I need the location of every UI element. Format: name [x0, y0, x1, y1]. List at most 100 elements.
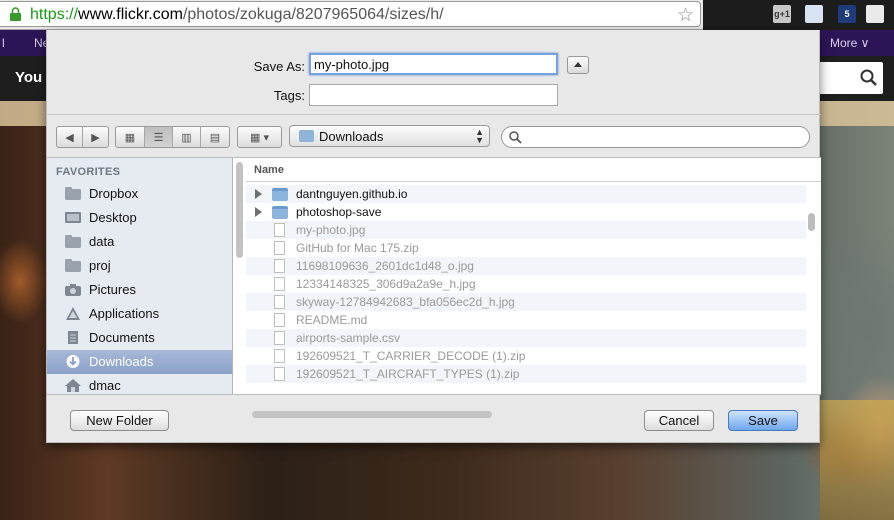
location-popup[interactable]: Downloads ▲ ▼	[289, 125, 490, 147]
file-name: my-photo.jpg	[296, 223, 366, 237]
sidebar-item-label: Documents	[89, 330, 155, 345]
nav-item[interactable]: l	[2, 36, 5, 50]
file-name: README.md	[296, 313, 368, 327]
sidebar-heading: FAVORITES	[56, 166, 121, 178]
folder-icon	[65, 259, 81, 272]
sidebar-item-documents[interactable]: Documents	[47, 326, 232, 350]
cancel-button[interactable]: Cancel	[644, 410, 714, 431]
sidebar-item-desktop[interactable]: Desktop	[47, 206, 232, 230]
folder-icon	[272, 206, 288, 219]
url-text: https://www.flickr.com/photos/zokuga/820…	[30, 6, 444, 23]
sidebar-item-applications[interactable]: Applications	[47, 302, 232, 326]
sidebar-item-label: Pictures	[89, 282, 136, 297]
file-row-folder[interactable]: photoshop-save	[246, 203, 806, 221]
sidebar-item-label: dmac	[89, 378, 121, 393]
file-icon	[274, 259, 285, 273]
file-row: my-photo.jpg	[246, 221, 806, 239]
back-button[interactable]: ◀	[57, 127, 83, 147]
sidebar-item-downloads[interactable]: Downloads	[47, 350, 232, 374]
file-icon	[274, 313, 285, 327]
sidebar-item-label: Applications	[89, 306, 160, 321]
file-name: airports-sample.csv	[296, 331, 401, 345]
documents-icon	[68, 331, 78, 344]
disclosure-triangle-icon[interactable]	[255, 207, 262, 217]
file-row-folder[interactable]: dantnguyen.github.io	[246, 185, 806, 203]
file-icon	[274, 331, 285, 345]
popup-arrows-icon: ▲ ▼	[475, 127, 484, 145]
mail-icon[interactable]	[866, 5, 884, 23]
file-browser: FAVORITES Dropbox Desktop data proj Pict…	[47, 157, 821, 418]
extensions-area: g+1 5	[703, 0, 894, 30]
location-label: Downloads	[319, 129, 384, 144]
file-row: skyway-12784942683_bfa056ec2d_h.jpg	[246, 293, 806, 311]
disclosure-triangle-icon[interactable]	[255, 189, 262, 199]
new-folder-button[interactable]: New Folder	[70, 410, 169, 431]
file-name: skyway-12784942683_bfa056ec2d_h.jpg	[296, 295, 515, 309]
divider	[47, 114, 821, 115]
lock-icon	[10, 7, 21, 21]
file-row: airports-sample.csv	[246, 329, 806, 347]
search-icon[interactable]	[859, 68, 879, 88]
desktop-icon	[65, 212, 81, 223]
calendar-icon[interactable]	[805, 5, 823, 23]
expand-dialog-button[interactable]	[567, 56, 589, 74]
forward-button[interactable]: ▶	[83, 127, 108, 147]
home-icon	[65, 379, 81, 392]
file-row: 12334148325_306d9a2a9e_h.jpg	[246, 275, 806, 293]
sidebar-item-label: Downloads	[89, 354, 154, 369]
browser-toolbar: https://www.flickr.com/photos/zokuga/820…	[0, 0, 894, 30]
arrange-menu-button[interactable]: ▦ ▾	[237, 126, 282, 148]
google-plus-icon[interactable]: g+1	[773, 5, 791, 23]
tags-label: Tags:	[273, 88, 305, 103]
search-icon	[509, 131, 522, 144]
file-icon	[274, 277, 285, 291]
file-list-vertical-scrollbar[interactable]	[808, 213, 815, 231]
sidebar: FAVORITES Dropbox Desktop data proj Pict…	[47, 158, 233, 394]
sidebar-item-dmac[interactable]: dmac	[47, 374, 232, 394]
file-name: 12334148325_306d9a2a9e_h.jpg	[296, 277, 476, 291]
file-list: Name dantnguyen.github.io photoshop-save…	[246, 158, 821, 394]
save-dialog: Save As: my-photo.jpg Tags: ◀ ▶ ▦ ☰ ▥ ▤ …	[46, 30, 821, 443]
sidebar-item-dropbox[interactable]: Dropbox	[47, 182, 232, 206]
arrange-icon: ▦ ▾	[250, 131, 269, 144]
folder-icon	[65, 187, 81, 200]
stats-icon[interactable]: 5	[838, 5, 856, 23]
name-column-header[interactable]: Name	[246, 158, 821, 182]
sidebar-item-proj[interactable]: proj	[47, 254, 232, 278]
save-button[interactable]: Save	[728, 410, 798, 431]
tags-field[interactable]	[309, 84, 558, 106]
file-row: GitHub for Mac 175.zip	[246, 239, 806, 257]
file-row: README.md	[246, 311, 806, 329]
file-list-horizontal-scrollbar[interactable]	[252, 411, 492, 418]
sidebar-item-label: data	[89, 234, 115, 249]
file-row: 192609521_T_AIRCRAFT_TYPES (1).zip	[246, 365, 806, 383]
file-icon	[274, 349, 285, 363]
search-input[interactable]	[501, 126, 810, 148]
file-name: 192609521_T_AIRCRAFT_TYPES (1).zip	[296, 367, 520, 381]
nav-item[interactable]: More ∨	[830, 36, 869, 50]
sidebar-item-label: proj	[89, 258, 111, 273]
you-menu[interactable]: You	[15, 69, 42, 86]
folder-icon	[272, 188, 288, 201]
icon-view-icon[interactable]: ▦	[116, 127, 145, 147]
save-as-field[interactable]: my-photo.jpg	[309, 53, 558, 75]
file-icon	[274, 241, 285, 255]
cover-flow-icon[interactable]: ▤	[201, 127, 229, 147]
back-forward-control: ◀ ▶	[56, 126, 109, 148]
address-bar[interactable]: https://www.flickr.com/photos/zokuga/820…	[0, 1, 701, 27]
photo-light-stripe	[820, 101, 894, 126]
file-row: 192609521_T_CARRIER_DECODE (1).zip	[246, 347, 806, 365]
applications-icon	[66, 307, 80, 320]
file-name: 192609521_T_CARRIER_DECODE (1).zip	[296, 349, 526, 363]
file-row: 11698109636_2601dc1d48_o.jpg	[246, 257, 806, 275]
photo-floor-strip	[820, 400, 894, 520]
list-view-icon[interactable]: ☰	[145, 127, 173, 147]
column-view-icon[interactable]: ▥	[173, 127, 201, 147]
photo-light-stripe	[0, 101, 46, 126]
file-name: dantnguyen.github.io	[296, 187, 408, 201]
sidebar-item-data[interactable]: data	[47, 230, 232, 254]
sidebar-scrollbar[interactable]	[236, 162, 243, 258]
sidebar-item-pictures[interactable]: Pictures	[47, 278, 232, 302]
file-name: 11698109636_2601dc1d48_o.jpg	[296, 259, 474, 273]
bookmark-star-icon[interactable]: ☆	[677, 4, 694, 27]
